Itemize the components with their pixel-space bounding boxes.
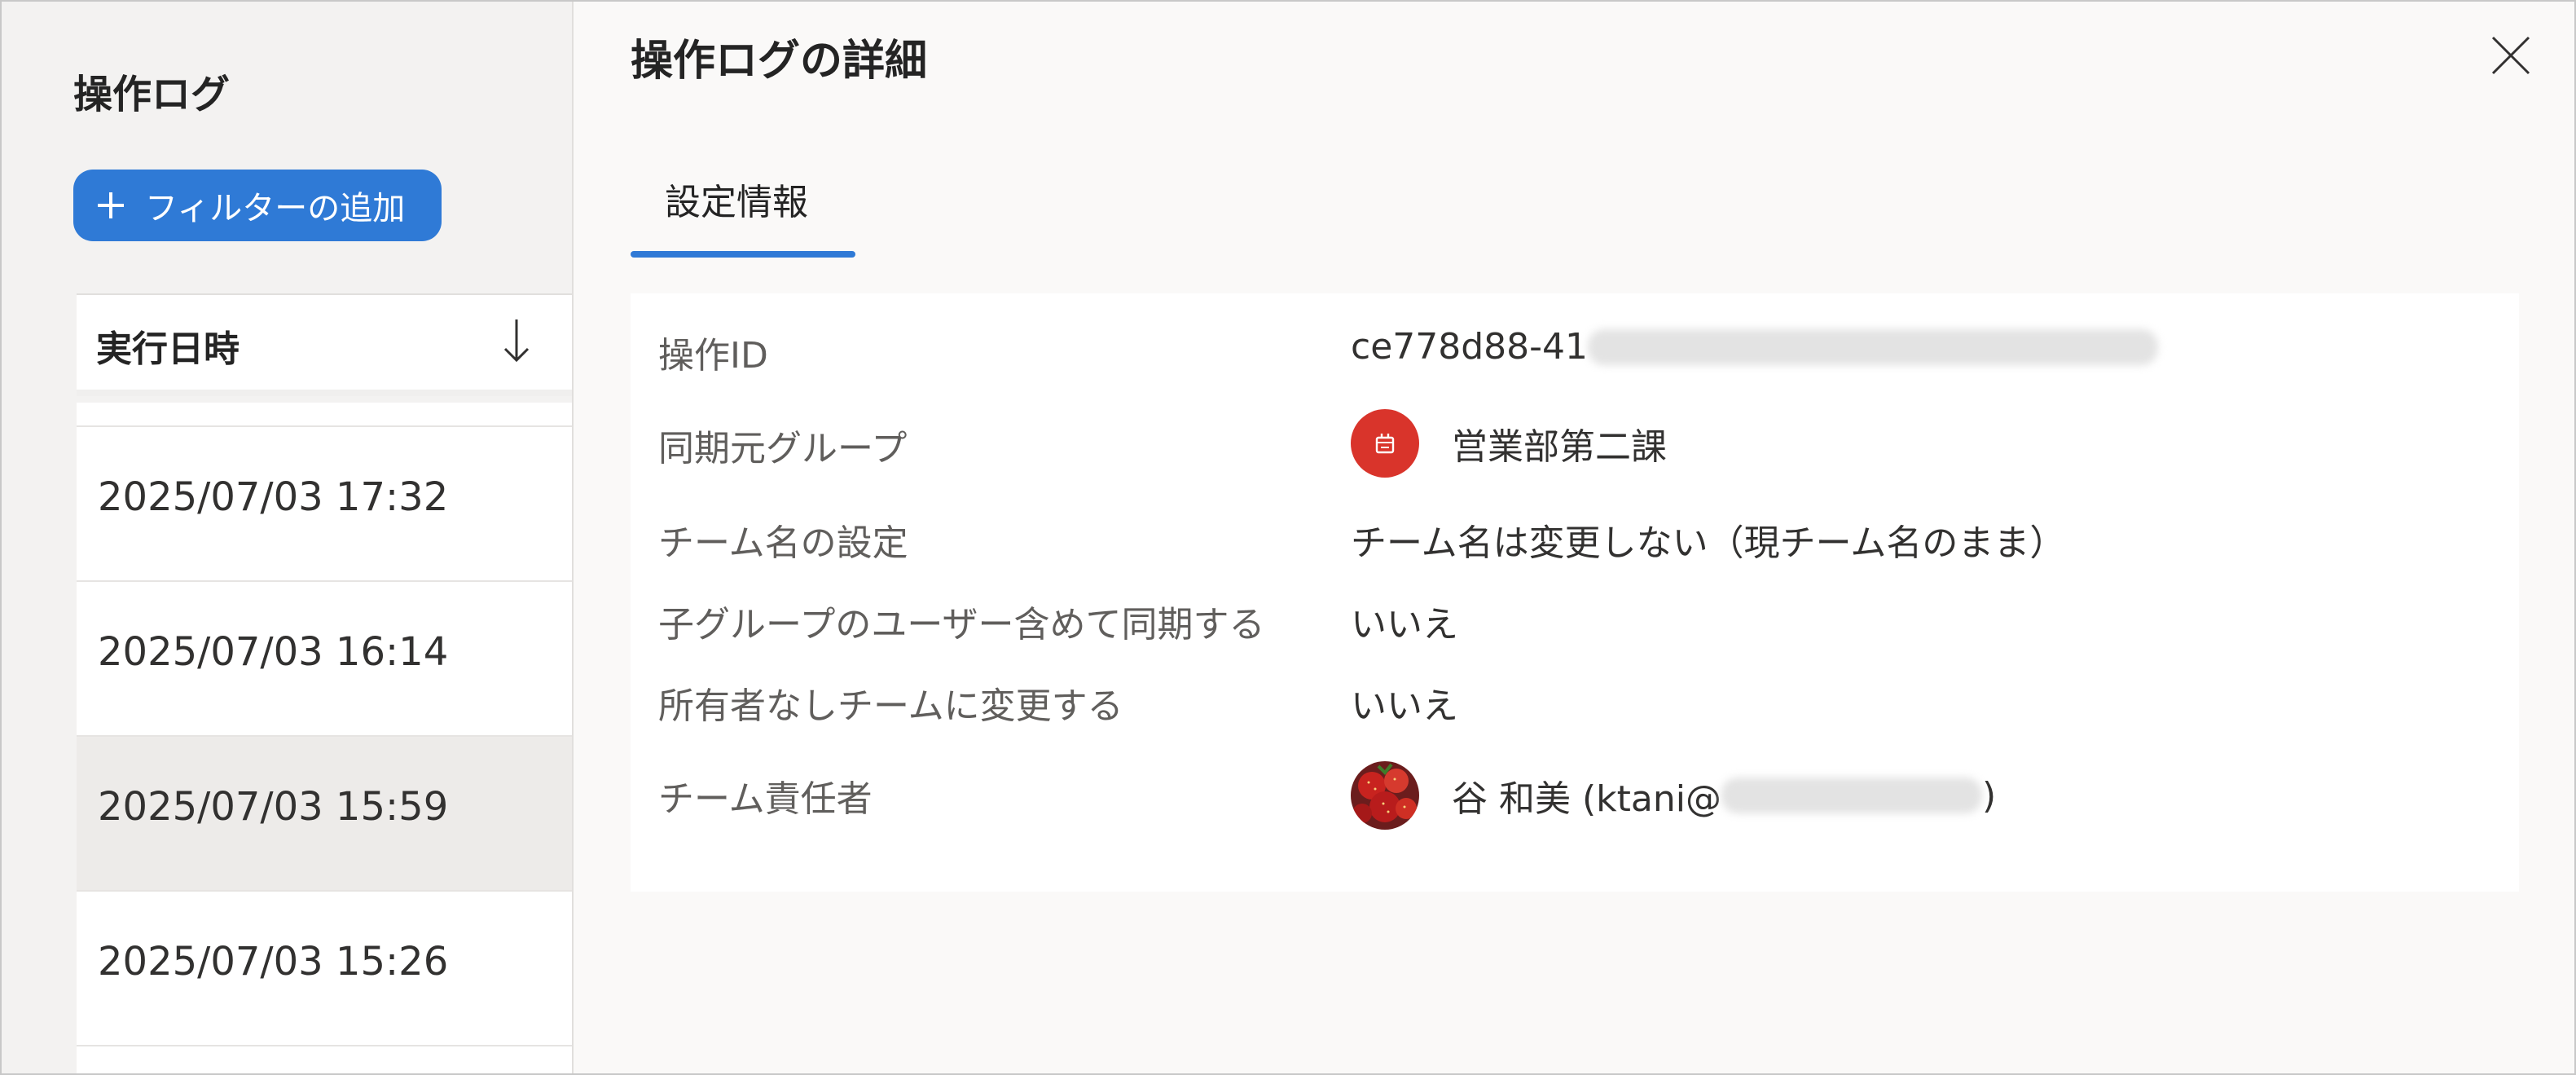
list-item-selected[interactable]: 2025/07/03 15:59 (77, 737, 572, 892)
list-item-datetime: 2025/07/03 17:32 (98, 474, 449, 520)
add-filter-button[interactable]: フィルターの追加 (73, 170, 442, 241)
list-item[interactable]: 2025/07/03 16:14 (77, 582, 572, 737)
add-filter-label: フィルターの追加 (145, 190, 406, 227)
detail-panel: 操作ログの詳細 設定情報 操作ID ce778d88-41 同期元グループ 営業… (574, 2, 2574, 1073)
close-icon[interactable] (2490, 34, 2532, 77)
source-group-name: 営業部第二課 (1452, 426, 1667, 468)
operation-log-window: 操作ログ フィルターの追加 実行日時 2025/07/03 17:32 2025… (0, 0, 2576, 1075)
field-value-sync-child-groups: いいえ (1351, 604, 1458, 645)
team-owner-suffix: ) (1981, 774, 1997, 817)
list-item[interactable]: 2025/07/03 15:26 (77, 892, 572, 1046)
list-item[interactable] (77, 403, 572, 427)
tab-settings-label: 設定情報 (665, 182, 808, 223)
group-avatar-icon (1351, 409, 1419, 478)
team-owner-name: 谷 和美 (ktani@ (1452, 778, 1721, 820)
list-item[interactable] (77, 1046, 572, 1073)
list-item-datetime: 2025/07/03 15:26 (98, 939, 449, 985)
detail-title: 操作ログの詳細 (631, 37, 928, 86)
field-label-ownerless-team: 所有者なしチームに変更する (658, 685, 1123, 727)
field-label-team-name-setting: チーム名の設定 (658, 522, 908, 564)
redacted-text (1588, 328, 2159, 365)
arrow-down-icon[interactable] (500, 318, 533, 363)
field-value-ownerless-team: いいえ (1351, 685, 1458, 727)
list-item[interactable]: 2025/07/03 17:32 (77, 427, 572, 582)
active-tab-indicator (631, 251, 855, 258)
field-label-sync-child-groups: 子グループのユーザー含めて同期する (658, 604, 1265, 645)
redacted-text (1721, 778, 1982, 813)
log-list-panel: 操作ログ フィルターの追加 実行日時 2025/07/03 17:32 2025… (2, 2, 574, 1073)
user-avatar (1351, 761, 1419, 830)
settings-card: 操作ID ce778d88-41 同期元グループ 営業部第二課 チーム名の設定 … (631, 293, 2519, 892)
panel-title: 操作ログ (73, 72, 231, 117)
column-header-label: 実行日時 (96, 328, 240, 370)
column-header-datetime[interactable]: 実行日時 (77, 293, 572, 396)
plus-icon (98, 192, 124, 218)
field-value-source-group: 営業部第二課 (1351, 409, 1667, 478)
field-label-source-group: 同期元グループ (658, 428, 908, 469)
tab-settings[interactable]: 設定情報 (631, 173, 855, 258)
log-list: 実行日時 2025/07/03 17:32 2025/07/03 16:14 2… (77, 293, 574, 1073)
field-label-team-owner: チーム責任者 (658, 778, 873, 820)
list-item-datetime: 2025/07/03 15:59 (98, 784, 449, 830)
field-value-team-owner: 谷 和美 (ktani@ ) (1351, 761, 1996, 830)
field-value-operation-id: ce778d88-41 (1351, 326, 2159, 368)
operation-id-value: ce778d88-41 (1351, 326, 1589, 368)
field-label-operation-id: 操作ID (658, 335, 768, 377)
field-value-team-name-setting: チーム名は変更しない（現チーム名のまま） (1351, 522, 2066, 564)
list-item-datetime: 2025/07/03 16:14 (98, 629, 449, 675)
